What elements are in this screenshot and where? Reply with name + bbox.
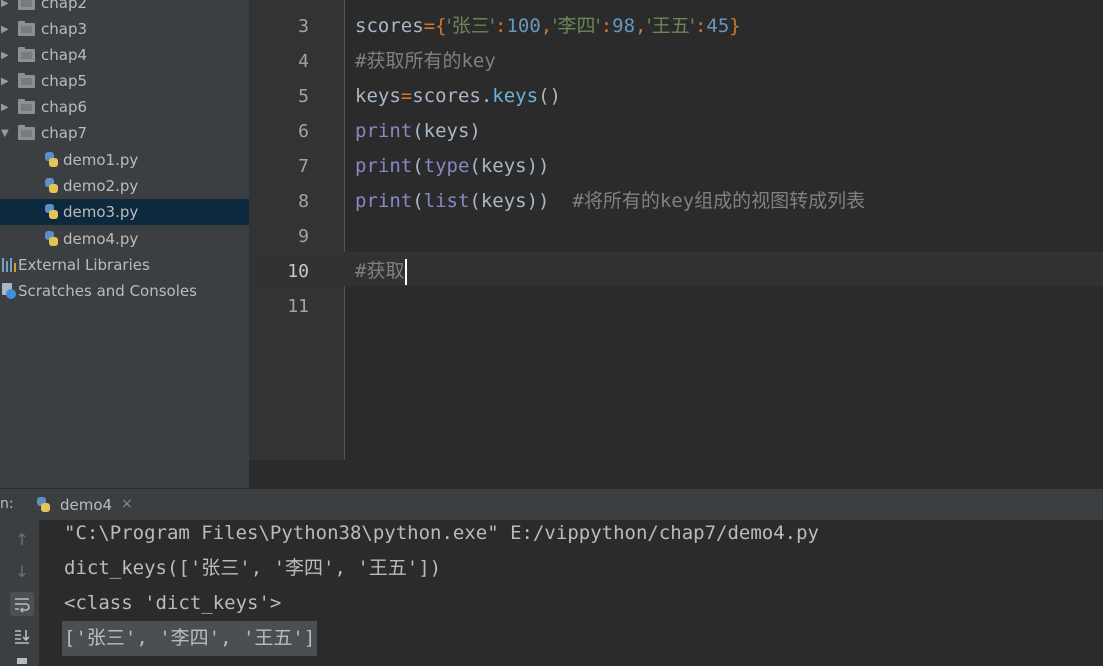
tree-folder-label: chap2 — [41, 0, 88, 12]
folder-icon — [18, 73, 35, 88]
console-line: <class 'dict_keys'> — [64, 592, 282, 614]
print-icon[interactable] — [10, 654, 34, 666]
code-line-6[interactable]: print(keys) — [355, 114, 481, 149]
arrow-up-icon[interactable]: ↑ — [10, 528, 34, 552]
tree-external-libraries[interactable]: External Libraries — [0, 252, 249, 278]
console-line: dict_keys(['张三', '李四', '王五']) — [64, 557, 442, 579]
tree-file-label: demo4.py — [63, 230, 139, 248]
scroll-to-end-icon[interactable] — [10, 624, 34, 648]
code-line-5[interactable]: keys=scores.keys() — [355, 79, 561, 114]
folder-icon — [18, 125, 35, 140]
python-file-icon — [44, 204, 59, 220]
collapsed-arrow-icon[interactable]: ▶ — [1, 24, 9, 35]
tree-file-demo1[interactable]: demo1.py — [0, 147, 249, 173]
collapsed-arrow-icon[interactable]: ▶ — [1, 102, 9, 113]
line-number: 5 — [298, 86, 309, 107]
tree-folder-chap4[interactable]: ▶ chap4 — [0, 42, 249, 68]
python-file-icon — [44, 152, 59, 168]
tree-file-demo2[interactable]: demo2.py — [0, 173, 249, 199]
python-file-icon — [36, 497, 51, 513]
line-number: 7 — [298, 156, 309, 177]
line-number: 11 — [287, 296, 309, 317]
python-file-icon — [44, 178, 59, 194]
folder-icon — [18, 21, 35, 36]
editor-bottom-area — [249, 460, 1103, 488]
tree-scratches-consoles[interactable]: Scratches and Consoles — [0, 278, 249, 304]
arrow-down-icon[interactable]: ↓ — [10, 560, 34, 584]
tree-folder-label: chap5 — [41, 72, 88, 90]
expanded-arrow-icon[interactable]: ▼ — [1, 128, 9, 139]
tree-folder-chap6[interactable]: ▶ chap6 — [0, 94, 249, 120]
code-line-10[interactable]: #获取 — [355, 254, 408, 289]
code-line-7[interactable]: print(type(keys)) — [355, 149, 550, 184]
library-icon — [2, 258, 16, 272]
line-number: 4 — [298, 51, 309, 72]
python-file-icon — [44, 231, 59, 247]
console-line: "C:\Program Files\Python38\python.exe" E… — [64, 522, 819, 544]
tree-folder-label: chap3 — [41, 20, 88, 38]
folder-icon — [18, 99, 35, 114]
folder-icon — [18, 47, 35, 62]
tree-file-label: demo2.py — [63, 177, 139, 195]
collapsed-arrow-icon[interactable]: ▶ — [1, 0, 9, 9]
tree-file-demo4[interactable]: demo4.py — [0, 226, 249, 252]
tree-item-label: External Libraries — [18, 256, 150, 274]
text-caret — [405, 258, 408, 285]
tree-folder-chap2[interactable]: ▶ chap2 — [0, 0, 249, 16]
tree-folder-label: chap7 — [41, 124, 88, 142]
collapsed-arrow-icon[interactable]: ▶ — [1, 50, 9, 61]
tree-file-demo3[interactable]: demo3.py — [0, 199, 249, 225]
tree-folder-chap7[interactable]: ▼ chap7 — [0, 120, 249, 146]
run-tab-label: demo4 — [60, 496, 113, 514]
line-number: 6 — [298, 121, 309, 142]
tree-item-label: Scratches and Consoles — [18, 282, 197, 300]
run-toolbar: ↑ ↓ — [0, 520, 40, 666]
code-line-8[interactable]: print(list(keys)) #将所有的key组成的视图转成列表 — [355, 184, 865, 219]
tree-folder-chap3[interactable]: ▶ chap3 — [0, 16, 249, 42]
line-number: 3 — [298, 16, 309, 37]
folder-icon — [18, 0, 35, 10]
scratches-icon — [1, 283, 16, 299]
tree-folder-label: chap4 — [41, 46, 88, 64]
tree-file-label: demo1.py — [63, 151, 139, 169]
line-number-current: 10 — [287, 261, 309, 282]
project-sidebar: ▶ chap2 ▶ chap3 ▶ chap4 ▶ chap5 ▶ chap6 … — [0, 0, 249, 488]
tree-folder-label: chap6 — [41, 98, 88, 116]
tree-folder-chap5[interactable]: ▶ chap5 — [0, 68, 249, 94]
code-line-3[interactable]: scores={'张三':100,'李四':98,'王五':45} — [355, 9, 741, 44]
tree-file-label: demo3.py — [63, 203, 139, 221]
line-number: 9 — [298, 226, 309, 247]
soft-wrap-icon[interactable] — [10, 592, 34, 616]
collapsed-arrow-icon[interactable]: ▶ — [1, 76, 9, 87]
line-number: 8 — [298, 191, 309, 212]
code-line-4[interactable]: #获取所有的key — [355, 44, 496, 79]
run-panel-prefix: n: — [0, 496, 14, 512]
close-icon[interactable]: × — [121, 496, 133, 512]
console-line-selected: ['张三', '李四', '王五'] — [62, 621, 318, 656]
